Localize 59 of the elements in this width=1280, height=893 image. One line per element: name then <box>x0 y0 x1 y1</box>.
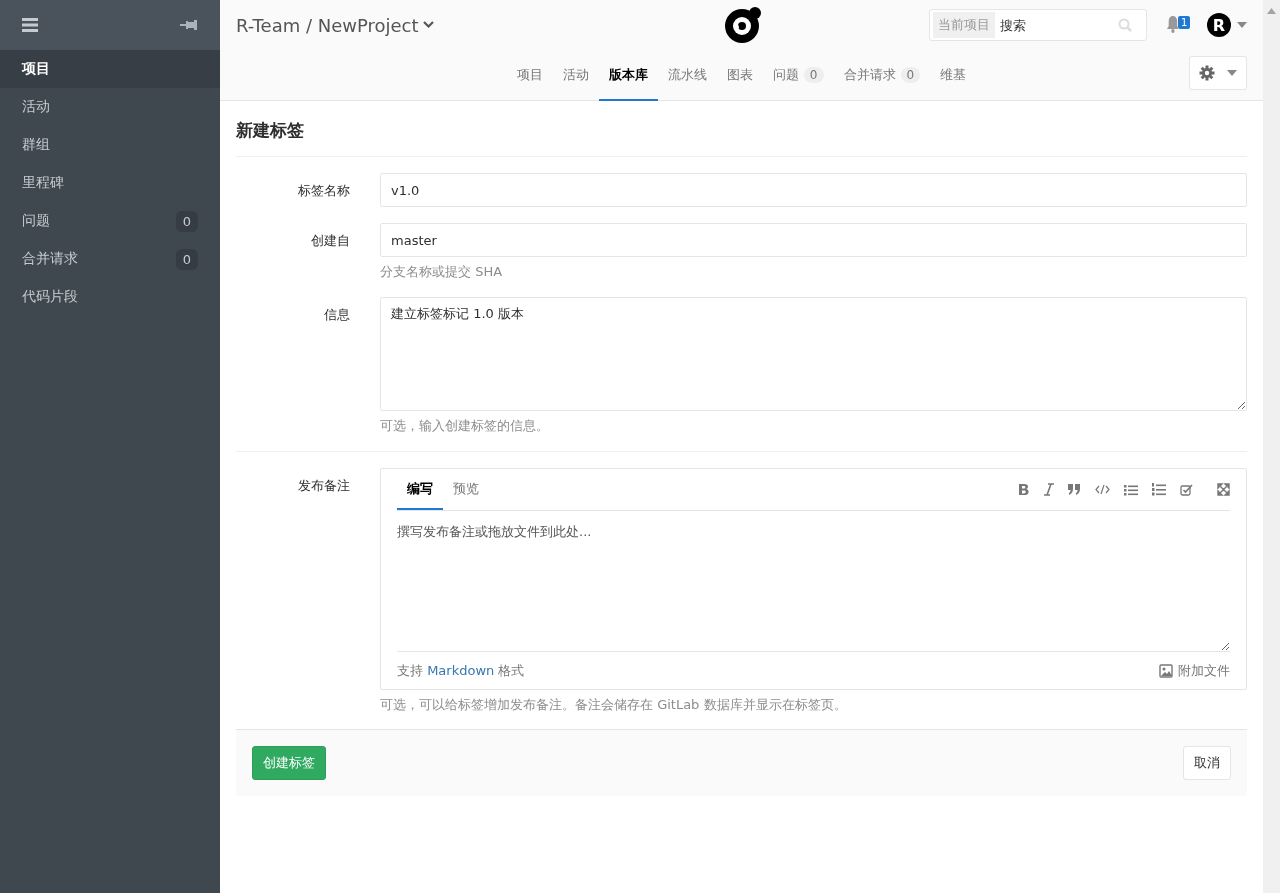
notification-count: 1 <box>1178 16 1191 29</box>
bold-icon[interactable] <box>1018 483 1030 496</box>
count-badge: 0 <box>900 66 921 83</box>
nav-tab[interactable]: 版本库 <box>598 50 658 101</box>
project-breadcrumb[interactable]: R-Team / NewProject <box>236 14 434 36</box>
caret-icon <box>1227 70 1237 76</box>
quote-icon[interactable] <box>1068 484 1081 495</box>
text-input[interactable]: v1.0 <box>380 173 1247 207</box>
code-icon[interactable] <box>1095 484 1110 495</box>
attach-file-button[interactable]: 附加文件 <box>1159 661 1230 680</box>
nav-tab[interactable]: 项目 <box>506 50 553 101</box>
count-badge: 0 <box>175 248 198 270</box>
caret-icon[interactable] <box>1237 22 1247 28</box>
nav-tab[interactable]: 流水线 <box>657 50 717 101</box>
nav-tab[interactable]: 合并请求 0 <box>833 50 931 101</box>
editor-tab[interactable]: 预览 <box>443 469 489 510</box>
bell-icon[interactable] <box>1167 15 1178 33</box>
search-icon <box>1118 18 1132 32</box>
sidebar-item[interactable]: 里程碑 <box>0 164 220 202</box>
user-avatar[interactable]: R <box>1207 13 1231 37</box>
fullscreen-icon[interactable] <box>1217 483 1230 496</box>
sidebar-item[interactable]: 代码片段 <box>0 278 220 316</box>
count-badge: 0 <box>175 210 198 232</box>
help-text: 分支名称或提交 SHA <box>380 263 504 281</box>
markdown-link[interactable]: Markdown <box>427 662 495 678</box>
settings-dropdown[interactable] <box>1189 56 1247 90</box>
markdown-editor[interactable]: 编写 预览 撰写发布备注或拖放文件到此处... 支持 Markdown 格式 附加文件 <box>380 468 1247 690</box>
logo-icon[interactable] <box>724 6 762 44</box>
text-input[interactable]: master <box>380 223 1247 257</box>
page-title: 新建标签 <box>236 101 1247 157</box>
nav-tab[interactable]: 维基 <box>930 50 977 101</box>
italic-icon[interactable] <box>1044 483 1054 496</box>
bullet-list-icon[interactable] <box>1124 483 1138 496</box>
cancel-button[interactable]: 取消 <box>1183 746 1231 780</box>
sidebar-item[interactable]: 项目 <box>0 50 220 88</box>
sidebar-item[interactable]: 群组 <box>0 126 220 164</box>
field-label: 信息 <box>323 306 351 324</box>
nav-tab[interactable]: 问题 0 <box>762 50 834 101</box>
field-label: 标签名称 <box>297 182 351 200</box>
chevron-down-icon[interactable] <box>422 21 434 29</box>
menu-icon[interactable] <box>22 18 38 32</box>
image-icon <box>1159 663 1173 678</box>
message-textarea[interactable]: 建立标签标记 1.0 版本 <box>380 297 1247 411</box>
sidebar-item[interactable]: 活动 <box>0 88 220 126</box>
nav-tab[interactable]: 图表 <box>716 50 763 101</box>
count-badge: 0 <box>803 66 824 83</box>
checkbox-icon[interactable] <box>1180 483 1193 496</box>
sidebar-item[interactable]: 问题 0 <box>0 202 220 240</box>
settings-icon <box>1199 65 1215 81</box>
sidebar-item[interactable]: 合并请求 0 <box>0 240 220 278</box>
field-label: 创建自 <box>310 232 351 250</box>
help-text: 可选，可以给标签增加发布备注。备注会储存在 GitLab 数据库并显示在标签页。 <box>380 696 848 714</box>
nav-tab[interactable]: 活动 <box>552 50 599 101</box>
help-text: 可选，输入创建标签的信息。 <box>380 417 550 435</box>
markdown-hint: 支持 Markdown 格式 <box>397 661 525 680</box>
pin-icon[interactable] <box>180 19 198 31</box>
field-label: 发布备注 <box>297 477 351 495</box>
numbered-list-icon[interactable] <box>1152 483 1166 496</box>
scrollbar[interactable] <box>1263 0 1280 893</box>
